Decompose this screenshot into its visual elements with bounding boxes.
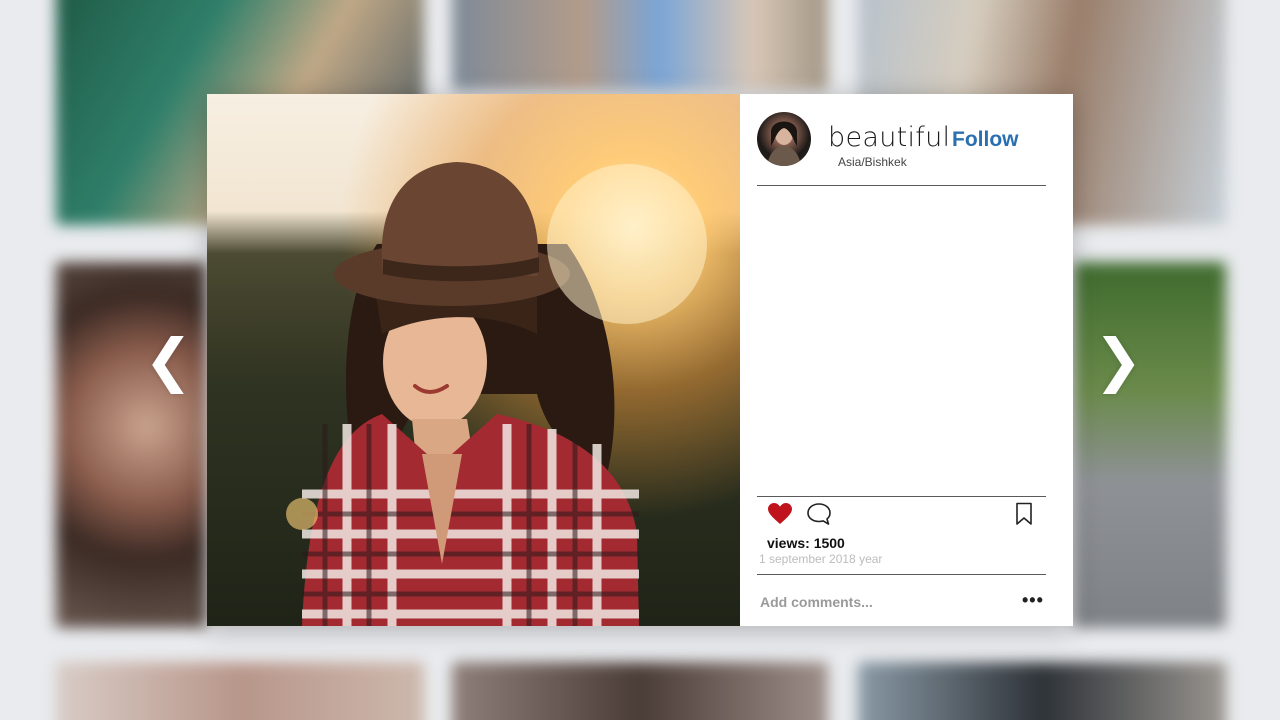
post-photo-illustration <box>286 162 707 626</box>
views-count: views: 1500 <box>767 535 845 551</box>
grid-photo[interactable] <box>452 0 828 90</box>
bookmark-icon[interactable] <box>1014 502 1034 526</box>
grid-photo[interactable] <box>858 662 1226 720</box>
grid-photo[interactable] <box>56 662 424 720</box>
location-label[interactable]: Asia/Bishkek <box>838 155 907 169</box>
comment-input[interactable]: Add comments... <box>760 594 873 610</box>
more-options-icon[interactable]: ••• <box>1022 590 1044 611</box>
grid-photo[interactable] <box>452 662 828 720</box>
divider <box>757 574 1046 575</box>
divider <box>757 496 1046 497</box>
heart-icon[interactable] <box>767 502 793 526</box>
comment-icon[interactable] <box>806 502 832 526</box>
avatar-portrait <box>767 121 801 166</box>
divider <box>757 185 1046 186</box>
grid-photo[interactable] <box>56 262 206 628</box>
post-photo <box>207 94 740 626</box>
previous-arrow-icon[interactable]: ❮ <box>144 322 193 398</box>
gallery-stage: ❮ ❯ beautiful Follow Asia/Bishkek views:… <box>0 0 1280 720</box>
avatar[interactable] <box>757 112 811 166</box>
username[interactable]: beautiful <box>828 122 950 153</box>
post-modal: beautiful Follow Asia/Bishkek views: 150… <box>207 94 1073 626</box>
next-arrow-icon[interactable]: ❯ <box>1094 322 1143 398</box>
grid-photo[interactable] <box>1074 262 1226 628</box>
post-date: 1 september 2018 year <box>759 552 883 566</box>
follow-button[interactable]: Follow <box>952 128 1019 152</box>
post-details-panel: beautiful Follow Asia/Bishkek views: 150… <box>740 94 1073 626</box>
